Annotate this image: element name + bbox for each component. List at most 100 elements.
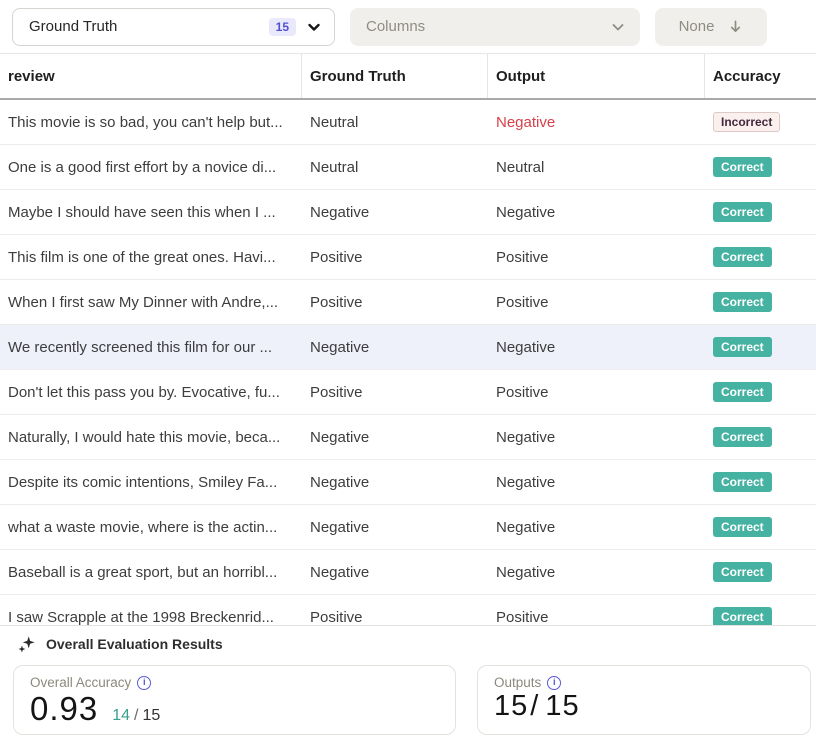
table-row[interactable]: Naturally, I would hate this movie, beca… [0,415,816,460]
table-row[interactable]: Baseball is a great sport, but an horrib… [0,550,816,595]
table-row[interactable]: I saw Scrapple at the 1998 Breckenrid...… [0,595,816,625]
results-header-bar: Overall Evaluation Results [0,625,816,662]
output-cell: Negative [488,204,705,221]
incorrect-badge: Incorrect [713,112,780,132]
review-cell: Despite its comic intentions, Smiley Fa.… [0,474,302,491]
column-header-review[interactable]: review [0,54,302,98]
table-row[interactable]: what a waste movie, where is the actin..… [0,505,816,550]
sparkles-icon [17,635,36,654]
arrow-down-icon [728,19,743,34]
output-cell: Negative [488,429,705,446]
evaluation-results-panel: Overall Evaluation Results Overall Accur… [0,625,816,747]
accuracy-cell: Correct [705,517,816,537]
review-cell: We recently screened this film for our .… [0,339,302,356]
ground-truth-cell: Neutral [302,114,488,131]
accuracy-cell: Correct [705,337,816,357]
correct-badge: Correct [713,157,772,177]
table-row[interactable]: This film is one of the great ones. Havi… [0,235,816,280]
review-cell: Don't let this pass you by. Evocative, f… [0,384,302,401]
table-row[interactable]: One is a good first effort by a novice d… [0,145,816,190]
fraction-separator: / [530,690,539,722]
output-cell: Negative [488,564,705,581]
toolbar: Ground Truth 15 Columns None [0,0,816,54]
correct-badge: Correct [713,607,772,625]
total-count: 15 [142,707,160,724]
accuracy-cell: Correct [705,247,816,267]
chevron-down-icon [610,19,626,35]
review-cell: This film is one of the great ones. Havi… [0,249,302,266]
correct-badge: Correct [713,247,772,267]
output-cell: Negative [488,519,705,536]
accuracy-cell: Correct [705,382,816,402]
ground-truth-cell: Negative [302,204,488,221]
outputs-completed: 15 [494,690,528,722]
overall-accuracy-card: Overall Accuracy i 0.93 14/15 [13,665,456,735]
ground-truth-cell: Negative [302,339,488,356]
output-cell: Positive [488,249,705,266]
table-row[interactable]: This movie is so bad, you can't help but… [0,100,816,145]
review-cell: Maybe I should have seen this when I ... [0,204,302,221]
summary-cards: Overall Accuracy i 0.93 14/15 Outputs i … [0,662,816,735]
correct-badge: Correct [713,292,772,312]
columns-select[interactable]: Columns [350,8,640,46]
fraction-separator: / [134,707,138,724]
ground-truth-cell: Positive [302,609,488,626]
output-cell: Positive [488,384,705,401]
output-cell: Neutral [488,159,705,176]
review-cell: This movie is so bad, you can't help but… [0,114,302,131]
accuracy-cell: Correct [705,562,816,582]
review-cell: One is a good first effort by a novice d… [0,159,302,176]
review-cell: I saw Scrapple at the 1998 Breckenrid... [0,609,302,626]
correct-badge: Correct [713,337,772,357]
output-cell: Negative [488,474,705,491]
ground-truth-select-label: Ground Truth [29,18,259,35]
ground-truth-cell: Negative [302,474,488,491]
outputs-card: Outputs i 15/15 [477,665,811,735]
outputs-value: 15/15 [494,690,580,723]
accuracy-cell: Correct [705,472,816,492]
overall-accuracy-label: Overall Accuracy [30,675,131,690]
sort-none-button[interactable]: None [655,8,767,46]
column-header-output[interactable]: Output [488,54,705,98]
info-icon[interactable]: i [137,676,151,690]
table-body: This movie is so bad, you can't help but… [0,100,816,625]
accuracy-cell: Correct [705,607,816,625]
table-row[interactable]: Maybe I should have seen this when I ...… [0,190,816,235]
correct-badge: Correct [713,202,772,222]
ground-truth-select[interactable]: Ground Truth 15 [12,8,335,46]
review-cell: Baseball is a great sport, but an horrib… [0,564,302,581]
review-cell: Naturally, I would hate this movie, beca… [0,429,302,446]
correct-badge: Correct [713,517,772,537]
accuracy-fraction: 14/15 [98,707,160,725]
outputs-total: 15 [545,690,579,722]
accuracy-cell: Correct [705,427,816,447]
table-row[interactable]: Despite its comic intentions, Smiley Fa.… [0,460,816,505]
output-cell: Positive [488,294,705,311]
overall-accuracy-value: 0.93 [30,690,98,728]
accuracy-cell: Incorrect [705,112,816,132]
column-header-accuracy[interactable]: Accuracy [705,54,816,98]
output-cell: Negative [488,339,705,356]
table-row[interactable]: Don't let this pass you by. Evocative, f… [0,370,816,415]
table-row-selected[interactable]: We recently screened this film for our .… [0,325,816,370]
output-cell: Positive [488,609,705,626]
column-header-ground-truth[interactable]: Ground Truth [302,54,488,98]
accuracy-cell: Correct [705,202,816,222]
ground-truth-cell: Positive [302,294,488,311]
info-icon[interactable]: i [547,676,561,690]
correct-count: 14 [112,707,130,724]
ground-truth-cell: Positive [302,384,488,401]
ground-truth-cell: Neutral [302,159,488,176]
results-header-title: Overall Evaluation Results [46,636,223,652]
chevron-down-icon [306,19,322,35]
table-header-row: review Ground Truth Output Accuracy [0,54,816,100]
ground-truth-cell: Negative [302,564,488,581]
accuracy-cell: Correct [705,292,816,312]
correct-badge: Correct [713,427,772,447]
ground-truth-cell: Negative [302,519,488,536]
correct-badge: Correct [713,472,772,492]
table-row[interactable]: When I first saw My Dinner with Andre,..… [0,280,816,325]
correct-badge: Correct [713,382,772,402]
correct-badge: Correct [713,562,772,582]
ground-truth-cell: Negative [302,429,488,446]
